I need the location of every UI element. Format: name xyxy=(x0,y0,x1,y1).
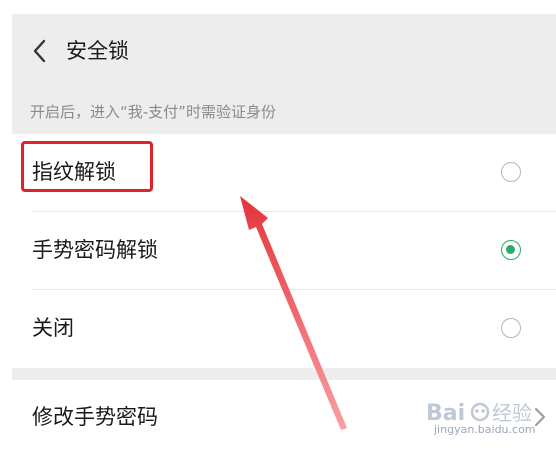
description-text: 开启后，进入“我-支付”时需验证身份 xyxy=(30,103,276,121)
modify-label: 修改手势密码 xyxy=(32,405,158,429)
description-section: 开启后，进入“我-支付”时需验证身份 xyxy=(12,86,556,134)
page-title: 安全锁 xyxy=(66,39,129,63)
option-label: 关闭 xyxy=(32,316,74,340)
radio-button-selected[interactable] xyxy=(501,240,521,260)
option-off[interactable]: 关闭 xyxy=(12,290,556,368)
header-bar: 安全锁 xyxy=(12,14,556,86)
radio-button[interactable] xyxy=(501,318,521,338)
svg-text:经验: 经验 xyxy=(492,401,532,425)
top-gap xyxy=(0,0,556,14)
red-highlight-box xyxy=(21,141,153,192)
radio-button[interactable] xyxy=(501,162,521,182)
option-label: 手势密码解锁 xyxy=(32,238,158,262)
section-separator xyxy=(12,368,556,380)
option-gesture-unlock[interactable]: 手势密码解锁 xyxy=(12,212,556,290)
watermark-text: jingyan.baidu.com xyxy=(434,423,536,436)
baidu-watermark-logo: Bai 经验 xyxy=(426,401,532,426)
chevron-left-icon[interactable] xyxy=(30,38,52,64)
